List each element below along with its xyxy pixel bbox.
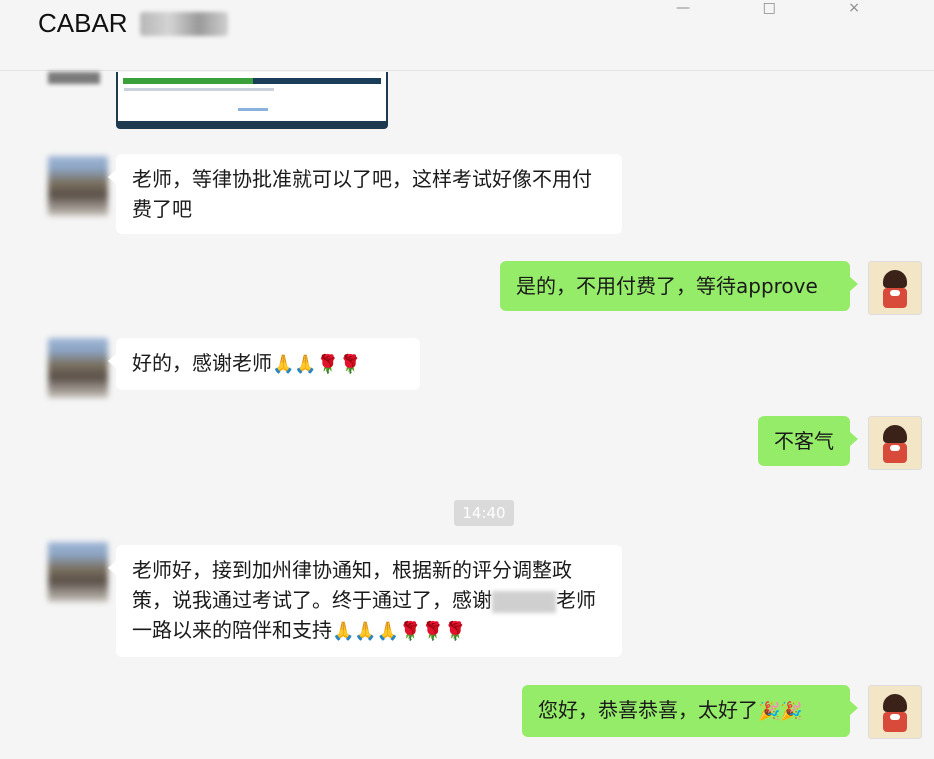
message-bubble-right[interactable]: 您好，恭喜恭喜，太好了🎉🎉 (522, 685, 858, 737)
chat-title: CABAR (38, 8, 128, 38)
avatar-bow (890, 714, 900, 720)
message-bubble-right[interactable]: 是的，不用付费了，等待approve (500, 261, 858, 311)
emoji-sequence: 🎉🎉 (758, 701, 803, 722)
message-bubble-left[interactable]: 老师好，接到加州律协通知，根据新的评分调整政策，说我通过考试了。终于通过了，感谢… (108, 545, 622, 657)
avatar-bow (890, 445, 900, 451)
blurred-contact-name (140, 12, 228, 36)
message-bubble-left[interactable]: 老师，等律协批准就可以了吧，这样考试好像不用付费了吧 (108, 154, 622, 234)
avatar-self[interactable] (868, 685, 922, 739)
avatar-bow (890, 290, 900, 296)
image-footer (118, 121, 386, 127)
progress-bar-green (123, 78, 253, 84)
avatar-other[interactable] (48, 542, 108, 602)
message-text: 您好，恭喜恭喜，太好了 (538, 698, 758, 722)
message-bubble-left[interactable]: 好的，感谢老师🙏🙏🌹🌹 (108, 338, 420, 390)
progress-bar-navy (253, 78, 381, 84)
emoji-sequence: 🙏🙏🙏🌹🌹🌹 (332, 621, 467, 642)
avatar-face (883, 270, 907, 288)
avatar-face (883, 425, 907, 443)
avatar-face (883, 694, 907, 712)
blurred-avatar-partial (48, 72, 100, 84)
text-line (124, 88, 274, 91)
emoji-sequence: 🙏🙏🌹🌹 (272, 354, 362, 375)
message-bubble-right[interactable]: 不客气 (758, 416, 858, 466)
shared-screenshot-image[interactable] (116, 72, 388, 129)
avatar-other[interactable] (48, 156, 108, 216)
avatar-self[interactable] (868, 261, 922, 315)
window-controls[interactable]: — □ × (676, 0, 894, 16)
message-text: 老师，等律协批准就可以了吧，这样考试好像不用付费了吧 (132, 167, 592, 221)
link-line (238, 108, 268, 111)
chat-header: CABAR — □ × (0, 0, 934, 71)
message-text: 不客气 (774, 429, 834, 453)
blurred-teacher-name (492, 590, 556, 613)
timestamp: 14:40 (454, 500, 514, 526)
message-text: 是的，不用付费了，等待approve (516, 274, 818, 298)
avatar-other[interactable] (48, 338, 108, 398)
avatar-self[interactable] (868, 416, 922, 470)
message-text: 好的，感谢老师 (132, 351, 272, 375)
